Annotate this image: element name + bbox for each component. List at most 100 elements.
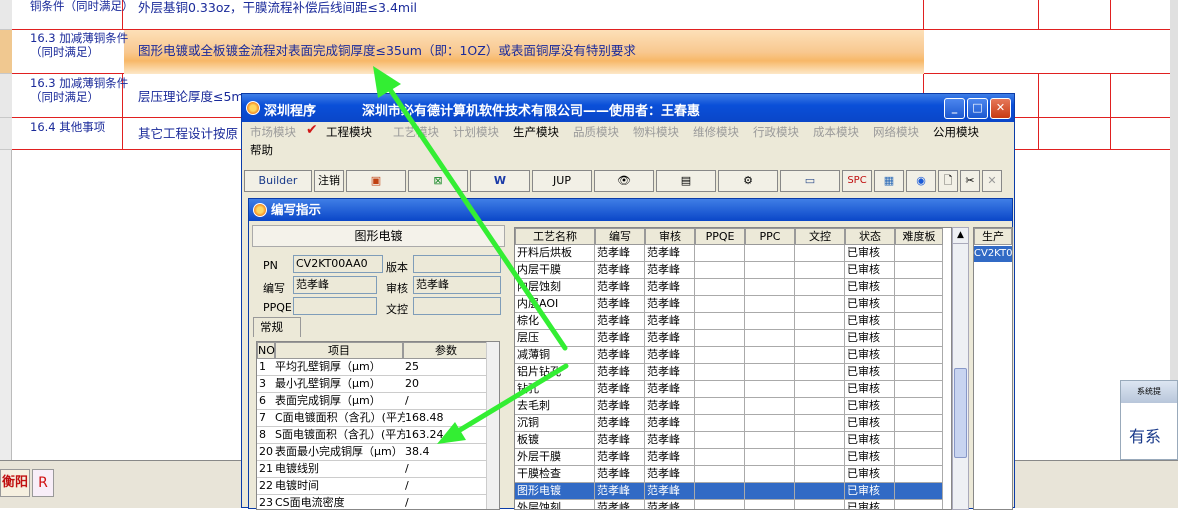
process-row[interactable]: 内层AOI 范孝峰 范孝峰 已审核 [515,296,951,313]
process-cell: 范孝峰 [595,500,645,509]
menu-market[interactable]: 市场模块 [250,124,296,140]
child-title-bar[interactable]: 编写指示 [249,199,1012,221]
process-row[interactable]: 钻孔 范孝峰 范孝峰 已审核 [515,381,951,398]
minimize-button[interactable]: _ [944,98,965,119]
database-icon[interactable]: ▤ [656,170,716,192]
close-icon[interactable]: ✕ [982,170,1002,192]
word-icon[interactable]: W [470,170,530,192]
param-row[interactable]: 3 最小孔壁铜厚（μm） 20 [257,376,492,393]
jup-button[interactable]: JUP [532,170,592,192]
column-header[interactable]: 项目 [275,342,403,359]
process-row[interactable]: 内层蚀刻 范孝峰 范孝峰 已审核 [515,279,951,296]
menu-plan[interactable]: 计划模块 [453,124,499,140]
ppqe-field[interactable] [293,297,377,315]
reviewer-field[interactable]: 范孝峰 [413,276,501,294]
author-field[interactable]: 范孝峰 [293,276,377,294]
param-cell-no: 1 [259,360,266,373]
column-header[interactable]: 文控 [795,228,845,245]
pn-field[interactable]: CV2KT00AA0 [293,255,383,273]
process-cell [895,466,943,483]
new-file-icon[interactable]: 🗋 [938,170,958,192]
tools-icon[interactable]: ⚙ [718,170,778,192]
child-title: 编写指示 [271,202,322,217]
column-header[interactable]: 状态 [845,228,895,245]
process-cell [895,262,943,279]
close-button[interactable]: ✕ [990,98,1011,119]
process-cell: 范孝峰 [645,364,695,381]
browser-icon[interactable]: ◉ [906,170,936,192]
menu-maintenance[interactable]: 维修模块 [693,124,739,140]
scroll-up-arrow-icon[interactable]: ▲ [953,228,968,244]
cut-icon[interactable]: ✂ [960,170,980,192]
menu-material[interactable]: 物料模块 [633,124,679,140]
menu-cost[interactable]: 成本模块 [813,124,859,140]
column-header[interactable]: 编写 [595,228,645,245]
menu-admin[interactable]: 行政模块 [753,124,799,140]
eye-icon[interactable]: 👁 [594,170,654,192]
menu-help[interactable]: 帮助 [250,142,273,158]
param-row[interactable]: 1 平均孔壁铜厚（μm） 25 [257,359,492,376]
process-row[interactable]: 沉铜 范孝峰 范孝峰 已审核 [515,415,951,432]
process-cell: 范孝峰 [595,466,645,483]
param-row[interactable]: 6 表面完成铜厚（μm） / [257,393,492,410]
menu-process[interactable]: 工艺模块 [393,124,439,140]
process-row[interactable]: 层压 范孝峰 范孝峰 已审核 [515,330,951,347]
menu-engineering[interactable]: 工程模块 [326,124,372,140]
process-row[interactable]: 外层蚀刻 范孝峰 范孝峰 已审核 [515,500,951,509]
process-row-selected[interactable]: 图形电镀 范孝峰 范孝峰 已审核 [515,483,951,500]
process-cell [895,415,943,432]
process-cell [695,296,745,313]
menu-quality[interactable]: 品质模块 [573,124,619,140]
column-header[interactable]: 难度板 [895,228,943,245]
process-row[interactable]: 板镀 范孝峰 范孝峰 已审核 [515,432,951,449]
process-cell: 已审核 [845,398,895,415]
spreadsheet-row-highlighted[interactable]: 16.3 加减薄铜条件（同时满足） 图形电镀或全板镀金流程对表面完成铜厚度≤35… [12,30,1178,74]
process-row[interactable]: 干膜检查 范孝峰 范孝峰 已审核 [515,466,951,483]
tab-regular[interactable]: 常规 [253,317,301,337]
menu-production[interactable]: 生产模块 [513,124,559,140]
parameter-scrollbar[interactable] [486,342,499,509]
side-table-cell[interactable]: CV2KT0 [974,246,1012,262]
spreadsheet-row[interactable]: 铜条件（同时满足） 外层基铜0.33oz，干膜流程补偿后线间距≤3.4mil [12,0,1178,30]
builder-button[interactable]: Builder [244,170,312,192]
column-header[interactable]: 工艺名称 [515,228,595,245]
process-row[interactable]: 铝片钻孔 范孝峰 范孝峰 已审核 [515,364,951,381]
version-field[interactable] [413,255,501,273]
process-row[interactable]: 去毛刺 范孝峰 范孝峰 已审核 [515,398,951,415]
column-header[interactable]: 生产 [974,228,1012,245]
param-cell-value: / [405,394,409,407]
maximize-button[interactable]: □ [967,98,988,119]
row-content: 图形电镀或全板镀金流程对表面完成铜厚度≤35um（即：1OZ）或表面铜厚没有特别… [138,43,636,58]
system-notification-popup[interactable]: 系统提 有系 [1120,380,1178,460]
process-table-scrollbar[interactable]: ▲ [952,227,969,510]
param-row[interactable]: 21 电镀线别 / [257,461,492,478]
monitor-icon[interactable]: ▭ [780,170,840,192]
process-row[interactable]: 内层干膜 范孝峰 范孝峰 已审核 [515,262,951,279]
param-row[interactable]: 8 S面电镀面积（含孔）(平方 163.24 [257,427,492,444]
menu-common[interactable]: 公用模块 [933,124,979,140]
column-header[interactable]: PPQE [695,228,745,245]
process-row[interactable]: 棕化 范孝峰 范孝峰 已审核 [515,313,951,330]
presentation-icon[interactable]: ▣ [346,170,406,192]
sheet-tab[interactable]: 衡阳 [0,469,30,497]
param-row[interactable]: 20 表面最小完成铜厚（μm） 38.4 [257,444,492,461]
scroll-thumb[interactable] [954,368,967,458]
sheet-tab[interactable]: R [32,469,54,497]
param-row[interactable]: 22 电镀时间 / [257,478,492,495]
excel-icon[interactable]: ⊠ [408,170,468,192]
menu-network[interactable]: 网络模块 [873,124,919,140]
process-row[interactable]: 减薄铜 范孝峰 范孝峰 已审核 [515,347,951,364]
process-cell [795,432,845,449]
param-row[interactable]: 7 C面电镀面积（含孔）(平方 168.48 [257,410,492,427]
column-header[interactable]: 审核 [645,228,695,245]
process-row[interactable]: 开料后烘板 范孝峰 范孝峰 已审核 [515,245,951,262]
main-title-bar[interactable]: 深圳程序 深圳市必有德计算机软件技术有限公司——使用者：王春惠 _ □ ✕ [242,94,1014,122]
doc-control-field[interactable] [413,297,501,315]
process-row[interactable]: 外层干膜 范孝峰 范孝峰 已审核 [515,449,951,466]
column-header[interactable]: PPC [745,228,795,245]
spc-button[interactable]: SPC [842,170,872,192]
column-header[interactable]: 参数 [403,342,489,359]
logout-button[interactable]: 注销 [314,170,344,192]
column-header[interactable]: NO [257,342,275,359]
calendar-icon[interactable]: ▦ [874,170,904,192]
